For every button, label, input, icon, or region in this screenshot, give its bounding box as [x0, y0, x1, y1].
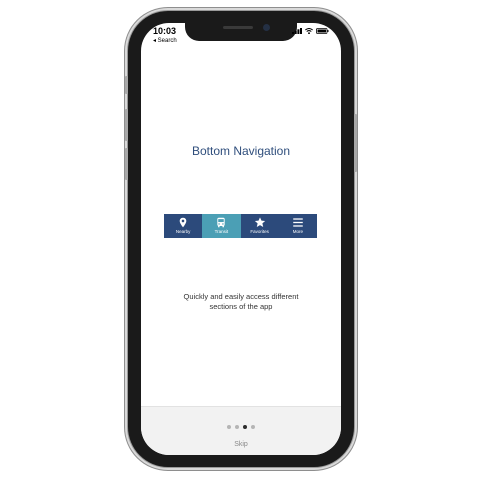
nav-item-transit[interactable]: Transit [202, 214, 241, 238]
wifi-icon [305, 28, 313, 34]
back-to-search-link[interactable]: ◂ Search [153, 37, 177, 44]
menu-icon [293, 218, 303, 227]
onboarding-description: Quickly and easily access different sect… [141, 292, 341, 312]
star-icon [254, 217, 265, 228]
skip-button[interactable]: Skip [141, 441, 341, 448]
bottom-navigation-bar: Nearby Transit Favorites More [164, 214, 317, 238]
onboarding-footer: Skip [141, 406, 341, 455]
map-pin-icon [179, 217, 187, 228]
page-dot-active[interactable] [243, 425, 247, 429]
battery-icon [316, 28, 329, 34]
volume-up-button [125, 109, 128, 141]
power-button [354, 114, 357, 172]
page-indicator [141, 425, 341, 429]
page-dot[interactable] [251, 425, 255, 429]
onboarding-title: Bottom Navigation [191, 144, 291, 158]
nav-label-favorites: Favorites [250, 229, 269, 235]
silent-switch [125, 76, 128, 94]
speaker-grille [223, 26, 253, 29]
front-camera [263, 24, 270, 31]
page-dot[interactable] [227, 425, 231, 429]
status-icons [292, 28, 329, 34]
nav-label-more: More [292, 229, 303, 235]
bus-icon [217, 217, 226, 228]
nav-label-nearby: Nearby [175, 229, 191, 235]
nav-item-nearby[interactable]: Nearby [164, 214, 202, 238]
nav-label-transit: Transit [214, 229, 229, 235]
volume-down-button [125, 148, 128, 180]
phone-screen: 10:03 ◂ Search Bottom Navigation Nearby [141, 23, 341, 455]
description-line-1: Quickly and easily access different [183, 292, 299, 301]
notch [185, 23, 297, 41]
nav-item-favorites[interactable]: Favorites [241, 214, 279, 238]
signal-icon [292, 28, 302, 34]
status-time: 10:03 [153, 26, 177, 36]
description-line-2: sections of the app [209, 302, 273, 311]
page-dot[interactable] [235, 425, 239, 429]
nav-item-more[interactable]: More [279, 214, 317, 238]
